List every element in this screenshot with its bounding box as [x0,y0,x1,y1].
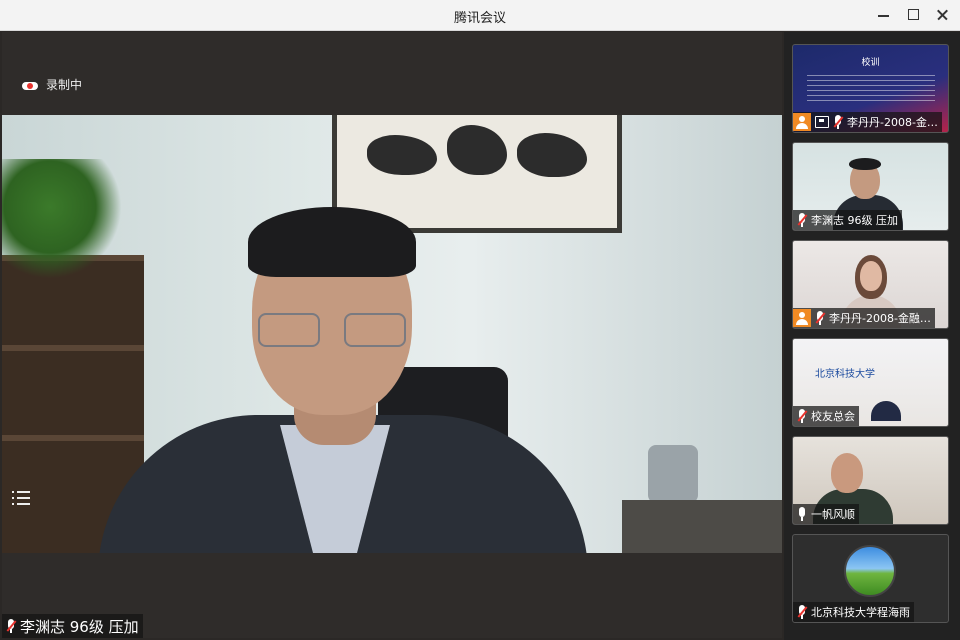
speaker-name: 李渊志 96级 压加 [20,617,139,636]
mic-muted-icon [797,213,808,227]
member-list-icon[interactable] [12,490,30,506]
participant-name: 李丹丹-2008-金融… [829,312,931,325]
minimize-button[interactable] [875,6,893,24]
participant-tile[interactable]: 北京科技大学 校友总会 [792,338,949,427]
participant-name: 校友总会 [811,410,855,423]
mic-muted-icon [797,409,808,423]
recording-label: 录制中 [46,78,83,92]
participant-name-tag: 李丹丹-2008-金融… [793,308,935,328]
participant-name-tag: 北京科技大学程海雨 [793,602,914,622]
close-button[interactable] [934,6,952,24]
participant-name: 一帆风顺 [811,508,855,521]
participant-name-tag: 李渊志 96级 压加 [793,210,902,230]
speaker-name-tag: 李渊志 96级 压加 [2,614,143,638]
participant-tile[interactable]: 校训 李丹丹-2008-金… [792,44,949,133]
participant-name-tag: 一帆风顺 [793,504,859,524]
slide-title: 校训 [861,58,880,68]
participant-name-tag: 校友总会 [793,406,859,426]
speaker-glasses [258,313,406,349]
recording-indicator: 录制中 [22,76,82,93]
participant-tile[interactable]: 李丹丹-2008-金融… [792,240,949,329]
screen-share-icon [815,116,829,128]
participant-panel: 校训 李丹丹-2008-金… 李渊志 96级 压加 李丹丹-2008-金融… 北… [784,32,960,640]
cabinet [622,500,782,553]
kettle [648,445,698,503]
mic-muted-icon [6,619,17,633]
cloud-record-icon [22,79,38,90]
participant-name-tag: 李丹丹-2008-金… [793,112,942,132]
mic-muted-icon [833,115,844,129]
mic-muted-icon [815,311,826,325]
participant-tile[interactable]: 李渊志 96级 压加 [792,142,949,231]
plant [2,159,122,279]
speaker-hair [248,207,416,277]
slide-text-lines [807,75,935,103]
person-icon [793,113,811,131]
university-sign: 北京科技大学 [815,369,875,380]
maximize-button[interactable] [905,6,923,24]
main-video[interactable] [2,115,782,553]
person-icon [793,309,811,327]
participant-name: 北京科技大学程海雨 [811,606,910,619]
title-bar: 腾讯会议 [0,0,960,31]
mic-icon [797,507,807,521]
participant-tile[interactable]: 一帆风顺 [792,436,949,525]
participant-tile[interactable]: 北京科技大学程海雨 [792,534,949,623]
avatar [844,545,896,597]
participant-name: 李丹丹-2008-金… [847,116,938,129]
main-stage: 录制中 李渊志 96级 压加 [2,32,782,638]
mic-muted-icon [797,605,808,619]
window-title: 腾讯会议 [453,11,506,26]
participant-name: 李渊志 96级 压加 [811,214,898,227]
